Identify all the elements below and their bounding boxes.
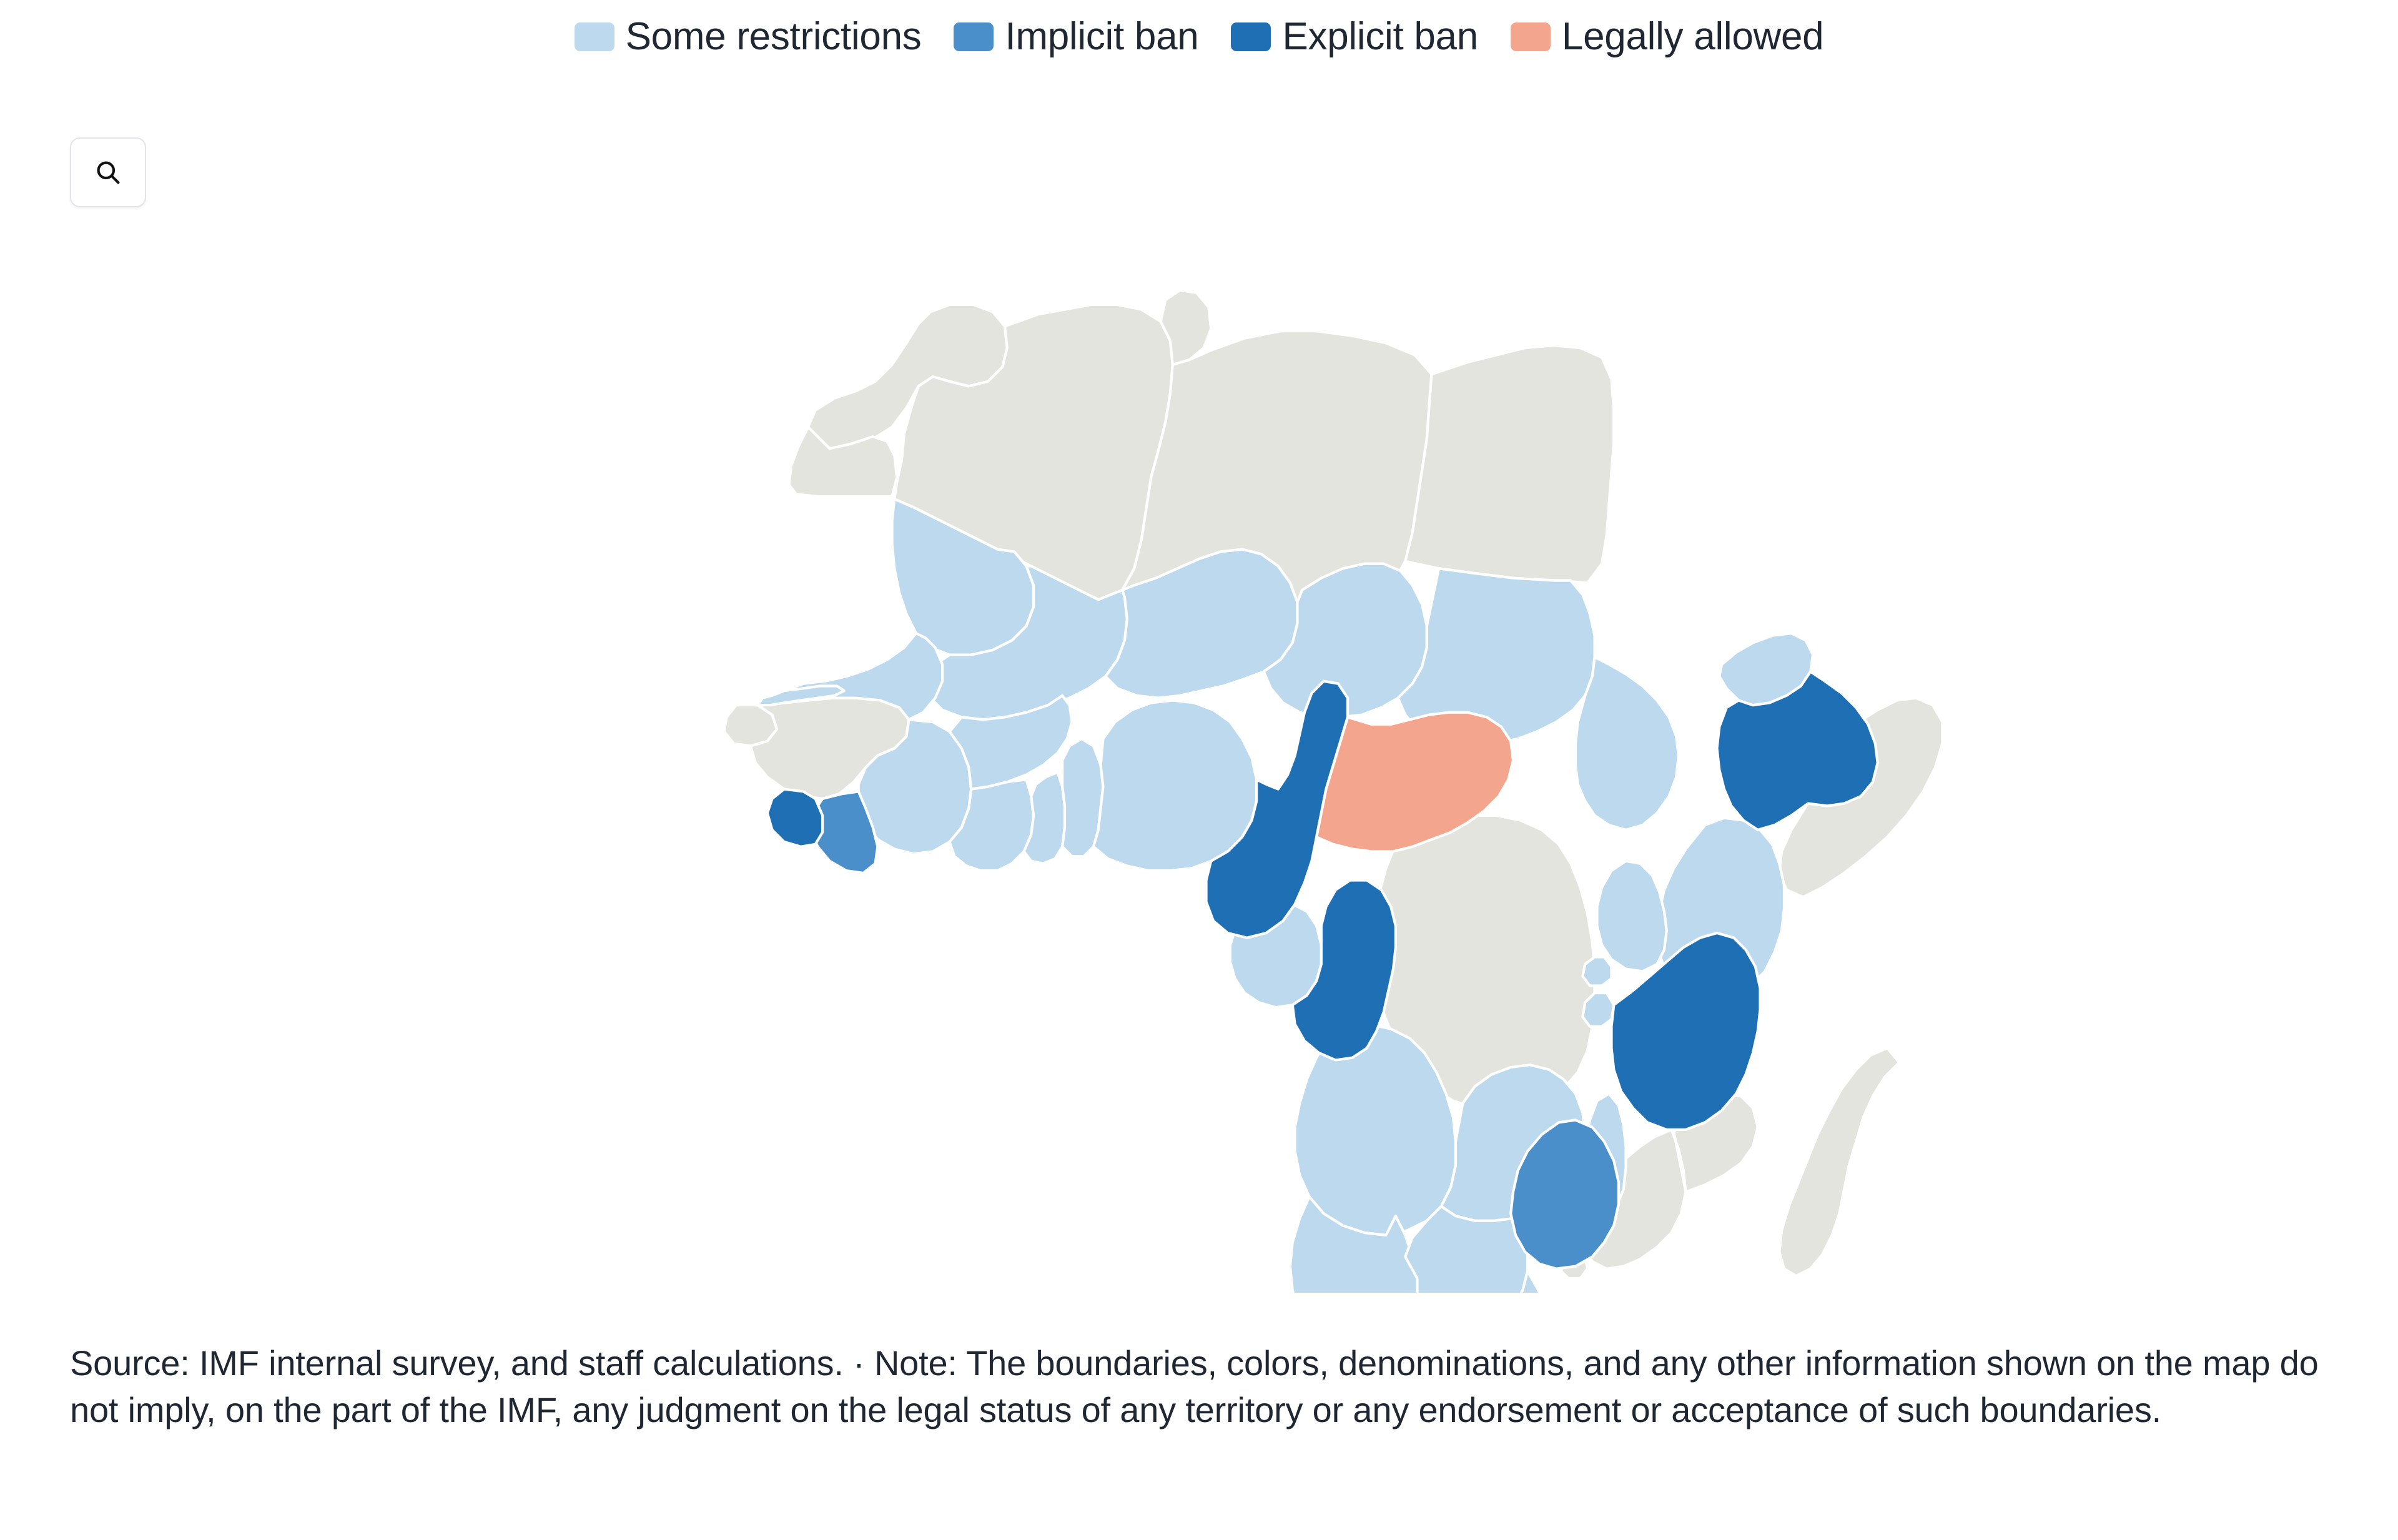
map-legend: Some restrictions Implicit ban Explicit … [0,17,2398,56]
legend-label-some-restrictions: Some restrictions [625,15,922,58]
country-uganda[interactable] [1596,859,1668,973]
legend-label-explicit-ban: Explicit ban [1282,15,1478,58]
legend-label-legally-allowed: Legally allowed [1561,15,1824,58]
legend-item-legally-allowed[interactable]: Legally allowed [1510,15,1824,58]
country-sierra-leone[interactable] [766,787,824,848]
map-svg [723,289,1944,1293]
legend-label-implicit-ban: Implicit ban [1005,15,1199,58]
legend-swatch-explicit-ban [1231,22,1271,51]
country-south-sudan[interactable] [1574,656,1680,831]
country-madagascar[interactable] [1778,1047,1901,1278]
country-rwanda[interactable] [1581,955,1613,987]
legend-swatch-legally-allowed [1510,22,1551,51]
legend-swatch-implicit-ban [954,22,994,51]
country-nigeria[interactable] [1092,699,1258,872]
source-note: Source: IMF internal survey, and staff c… [70,1343,2319,1430]
legend-item-some-restrictions[interactable]: Some restrictions [574,15,922,58]
africa-choropleth-map[interactable] [0,94,2398,1293]
legend-item-implicit-ban[interactable]: Implicit ban [954,15,1199,58]
legend-swatch-some-restrictions [574,22,614,51]
country-egypt[interactable] [1404,344,1616,585]
legend-item-explicit-ban[interactable]: Explicit ban [1231,17,1478,56]
